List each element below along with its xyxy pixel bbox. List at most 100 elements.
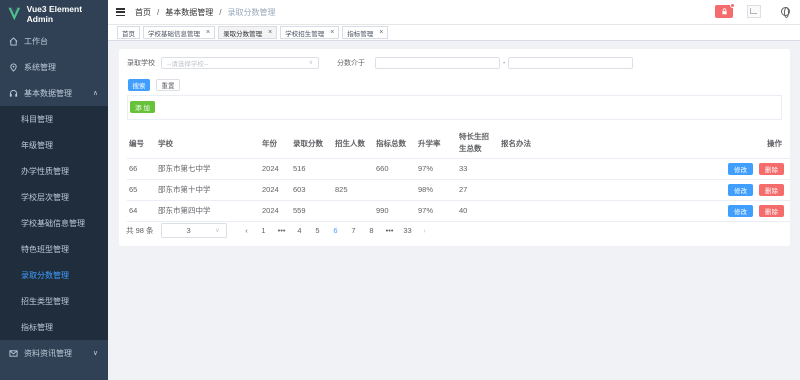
sidebar-item-system[interactable]: 系统管理 [0, 54, 108, 80]
cell-actions: 修改 删除 [685, 179, 790, 201]
delete-button[interactable]: 删除 [759, 183, 784, 196]
add-button[interactable]: 添 加 [130, 101, 155, 113]
sidebar-item-workbench[interactable]: 工作台 [0, 28, 108, 54]
prev-page-button[interactable]: ‹ [239, 226, 255, 235]
breadcrumb-item-current: 录取分数管理 [227, 7, 276, 17]
page-number[interactable]: 33 [399, 226, 417, 235]
page-number[interactable]: 5 [309, 226, 327, 235]
headset-icon [9, 89, 18, 98]
globe-icon[interactable] [781, 7, 790, 18]
submenu-basic-data: 科目管理 年级管理 办学性质管理 学校层次管理 学校基础信息管理 特色班型管理 … [0, 106, 108, 340]
score-min-input[interactable] [375, 57, 500, 69]
close-icon[interactable]: × [268, 29, 272, 36]
breadcrumb-item-home[interactable]: 首页 [135, 7, 151, 18]
tags-view: 首页 学校基础信息管理 × 录取分数管理 × 学校招生管理 × 指标管理 × [108, 25, 800, 41]
close-icon[interactable]: × [206, 29, 210, 36]
col-enroll: 招生人数 [333, 129, 374, 159]
cell-quota: 660 [374, 158, 416, 180]
cell-actions: 修改 删除 [685, 158, 790, 180]
submenu-item-school-nature[interactable]: 办学性质管理 [0, 158, 108, 184]
col-id: 编号 [127, 129, 156, 159]
submenu-item-label: 指标管理 [21, 322, 53, 332]
chevron-down-icon: ∨ [215, 228, 220, 234]
lock-button[interactable] [715, 3, 735, 18]
filter-row: 录取学校 --请选择学校-- ∨ 分数介于 - [127, 57, 634, 69]
breadcrumb-item-basic-data[interactable]: 基本数据管理 [165, 7, 213, 18]
submenu-item-admission-score[interactable]: 录取分数管理 [0, 262, 108, 288]
tag-admission-score[interactable]: 录取分数管理 × [218, 26, 278, 39]
school-select[interactable]: --请选择学校-- ∨ [161, 57, 319, 69]
col-year: 年份 [260, 129, 291, 159]
tag-school-enroll[interactable]: 学校招生管理 × [280, 26, 340, 39]
tag-school-info[interactable]: 学校基础信息管理 × [143, 26, 216, 39]
delete-button[interactable]: 删除 [759, 204, 784, 217]
col-rate: 升学率 [416, 129, 457, 159]
pagination-total: 共 98 条 [126, 226, 154, 235]
tag-label: 首页 [122, 30, 135, 38]
page-number[interactable]: 4 [291, 226, 309, 235]
vue-logo-icon [8, 7, 21, 21]
sidebar-item-label: 系统管理 [24, 62, 56, 72]
submenu-item-label: 学校层次管理 [21, 192, 69, 202]
cell-id: 66 [127, 158, 156, 180]
score-max-input[interactable] [508, 57, 634, 69]
cell-quota [374, 179, 416, 201]
hamburger-icon[interactable] [116, 8, 125, 16]
home-icon [9, 36, 18, 46]
cell-actions: 修改 删除 [685, 200, 790, 222]
edit-button[interactable]: 修改 [728, 162, 753, 175]
submenu-item-label: 招生类型管理 [21, 296, 69, 306]
tag-label: 指标管理 [347, 30, 374, 38]
close-icon[interactable]: × [330, 29, 334, 36]
app-title: Vue3 Element Admin [26, 4, 83, 24]
tag-home[interactable]: 首页 [117, 26, 140, 39]
range-separator: - [503, 59, 506, 67]
col-special: 特长生招 生总数 [457, 129, 499, 159]
search-button[interactable]: 搜索 [128, 79, 150, 91]
tag-quota[interactable]: 指标管理 × [342, 26, 389, 39]
edit-button[interactable]: 修改 [728, 204, 753, 217]
cell-id: 64 [127, 200, 156, 222]
submenu-item-label: 办学性质管理 [21, 166, 69, 176]
col-actions: 操作 [685, 129, 790, 159]
submenu-item-quota[interactable]: 指标管理 [0, 314, 108, 340]
submenu-item-subject[interactable]: 科目管理 [0, 106, 108, 132]
submenu-item-school-level[interactable]: 学校层次管理 [0, 184, 108, 210]
cell-year: 2024 [260, 179, 291, 201]
breadcrumb-separator: / [219, 7, 222, 17]
sidebar-item-resources[interactable]: 资料资讯管理 ∨ [0, 340, 108, 366]
page-ellipsis[interactable]: ••• [381, 226, 399, 235]
cell-school: 邵东市第七中学 [156, 158, 260, 180]
page-number[interactable]: 7 [345, 226, 363, 235]
page-ellipsis[interactable]: ••• [273, 226, 291, 235]
page-number[interactable]: 1 [255, 226, 273, 235]
submenu-item-label: 学校基础信息管理 [21, 218, 85, 228]
cell-special: 40 [457, 200, 499, 222]
submenu-item-enroll-type[interactable]: 招生类型管理 [0, 288, 108, 314]
sidebar-item-basic-data[interactable]: 基本数据管理 ∧ [0, 80, 108, 106]
next-page-button[interactable]: › [417, 226, 433, 235]
cell-quota: 990 [374, 200, 416, 222]
toolbar [127, 95, 782, 120]
cell-enroll: 825 [333, 179, 374, 201]
user-avatar[interactable] [747, 5, 761, 18]
page-number[interactable]: 8 [363, 226, 381, 235]
submenu-item-special-class[interactable]: 特色班型管理 [0, 236, 108, 262]
edit-button[interactable]: 修改 [728, 183, 753, 196]
sidebar-item-label: 资料资讯管理 [24, 348, 72, 358]
delete-button[interactable]: 删除 [759, 162, 784, 175]
close-icon[interactable]: × [379, 29, 383, 36]
page-number-current[interactable]: 6 [327, 226, 345, 235]
admission-table: 编号 学校 年份 录取分数 招生人数 指标总数 升学率 特长生招 生总数 报名办法… [127, 129, 790, 222]
cell-id: 65 [127, 179, 156, 201]
school-select-placeholder: --请选择学校-- [167, 61, 209, 68]
reset-button[interactable]: 重置 [156, 79, 180, 91]
cell-score: 603 [291, 179, 333, 201]
page-size-select[interactable]: 3 ∨ [160, 223, 227, 238]
submenu-item-grade[interactable]: 年级管理 [0, 132, 108, 158]
cell-school: 邵东市第十中学 [156, 179, 260, 201]
tag-label: 学校基础信息管理 [148, 30, 200, 38]
app-logo[interactable]: Vue3 Element Admin [0, 0, 108, 28]
submenu-item-school-info[interactable]: 学校基础信息管理 [0, 210, 108, 236]
submenu-item-label: 年级管理 [21, 140, 53, 150]
